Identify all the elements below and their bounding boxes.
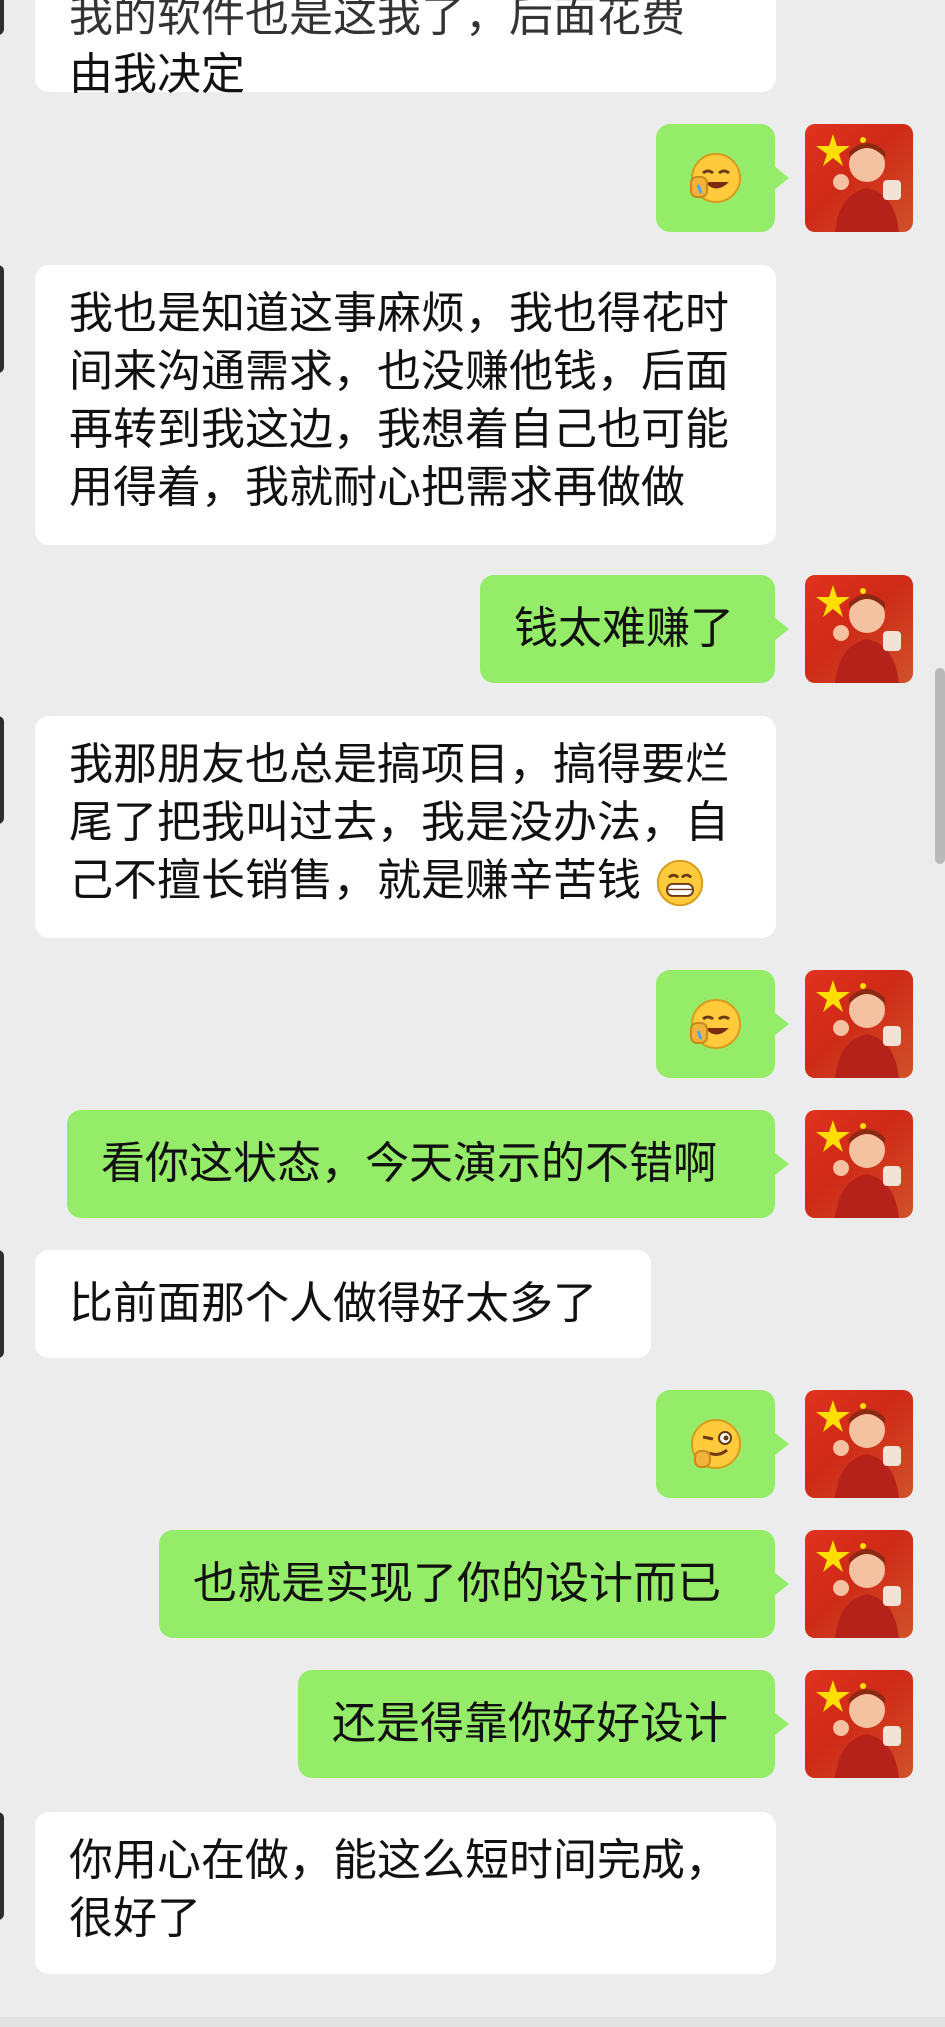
chat-view[interactable]: 我的软件也是这我了，后面花费 由我决定 我也是知道这事麻烦，我也得花时 间来沟通… (0, 0, 945, 2027)
message-bubble[interactable]: 我的软件也是这我了，后面花费 由我决定 (35, 0, 776, 100)
message-bubble[interactable]: 你用心在做，能这么短时间完成， 很好了 (35, 1812, 776, 1974)
message-bubble[interactable] (656, 1390, 789, 1498)
message-text-line: 间来沟通需求，也没赚他钱，后面 (69, 346, 729, 397)
message-text-line: 己不擅长销售，就是赚辛苦钱 (69, 855, 641, 906)
message-bubble[interactable]: 比前面那个人做得好太多了 (35, 1250, 651, 1358)
contact-avatar[interactable] (0, 0, 4, 35)
message-bubble[interactable]: 钱太难赚了 (480, 575, 789, 683)
message-text: 还是得靠你好好设计 (332, 1698, 728, 1749)
user-avatar[interactable] (805, 1530, 913, 1638)
grin-emoji (656, 859, 704, 907)
message-bubble[interactable]: 看你这状态，今天演示的不错啊 (67, 1110, 789, 1218)
facepalm-laugh-emoji (689, 153, 741, 203)
scrollbar-thumb[interactable] (935, 668, 945, 864)
input-area-edge (0, 2017, 945, 2027)
user-avatar[interactable] (805, 1670, 913, 1778)
message-text-line: 你用心在做，能这么短时间完成， (69, 1835, 729, 1886)
user-avatar[interactable] (805, 124, 913, 232)
message-text-line: 再转到我这边，我想着自己也可能 (69, 404, 729, 455)
message-text: 也就是实现了你的设计而已 (193, 1558, 721, 1609)
message-text-line: 我的软件也是这我了，后面花费 (69, 0, 685, 42)
contact-avatar[interactable] (0, 1812, 4, 1920)
message-text-line-with-emoji: 己不擅长销售，就是赚辛苦钱 (69, 852, 742, 910)
message-bubble[interactable]: 也就是实现了你的设计而已 (159, 1530, 789, 1638)
message-bubble[interactable]: 我也是知道这事麻烦，我也得花时 间来沟通需求，也没赚他钱，后面 再转到我这边，我… (35, 265, 776, 545)
message-text-line: 由我决定 (69, 49, 245, 100)
user-avatar[interactable] (805, 1390, 913, 1498)
contact-avatar[interactable] (0, 265, 4, 373)
message-text-line: 很好了 (69, 1893, 201, 1944)
message-text-line: 我也是知道这事麻烦，我也得花时 (69, 288, 729, 339)
message-text: 比前面那个人做得好太多了 (69, 1278, 597, 1329)
user-avatar[interactable] (805, 1110, 913, 1218)
message-text-line: 我那朋友也总是搞项目，搞得要烂 (69, 739, 729, 790)
message-bubble[interactable]: 我那朋友也总是搞项目，搞得要烂 尾了把我叫过去，我是没办法，自 己不擅长销售，就… (35, 716, 776, 938)
contact-avatar[interactable] (0, 716, 4, 824)
facepalm-laugh-emoji (689, 999, 741, 1049)
message-bubble[interactable] (656, 124, 789, 232)
message-bubble[interactable]: 还是得靠你好好设计 (298, 1670, 789, 1778)
message-text-line: 尾了把我叫过去，我是没办法，自 (69, 797, 729, 848)
user-avatar[interactable] (805, 970, 913, 1078)
message-text: 看你这状态，今天演示的不错啊 (101, 1138, 717, 1189)
user-avatar[interactable] (805, 575, 913, 683)
thinking-smirk-emoji (690, 1419, 741, 1469)
message-bubble[interactable] (656, 970, 789, 1078)
message-text: 钱太难赚了 (514, 603, 734, 654)
message-text-line: 用得着，我就耐心把需求再做做 (69, 462, 685, 513)
contact-avatar[interactable] (0, 1250, 4, 1358)
